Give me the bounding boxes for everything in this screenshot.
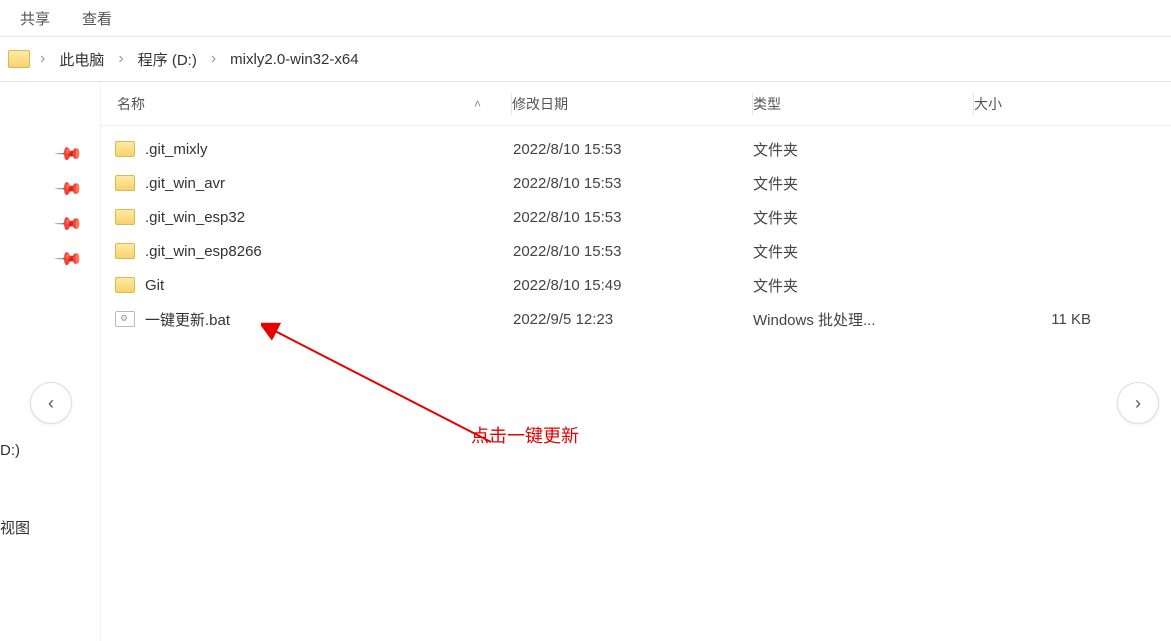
file-row[interactable]: .git_win_avr2022/8/10 15:53文件夹 xyxy=(101,166,1171,200)
file-type: 文件夹 xyxy=(753,241,973,262)
file-name: 一键更新.bat xyxy=(145,309,513,330)
folder-icon xyxy=(115,243,135,259)
column-headers: 名称 ˄ 修改日期 类型 大小 xyxy=(101,82,1171,126)
crumb-drive[interactable]: 程序 (D:) xyxy=(134,49,201,70)
file-type: 文件夹 xyxy=(753,275,973,296)
file-date: 2022/9/5 12:23 xyxy=(513,311,753,328)
folder-icon xyxy=(115,141,135,157)
file-date: 2022/8/10 15:53 xyxy=(513,141,753,158)
breadcrumb[interactable]: › 此电脑 › 程序 (D:) › mixly2.0-win32-x64 xyxy=(0,37,1171,81)
file-row[interactable]: .git_mixly2022/8/10 15:53文件夹 xyxy=(101,132,1171,166)
file-name: .git_mixly xyxy=(145,141,513,158)
header-name-label: 名称 xyxy=(117,94,145,114)
tab-share[interactable]: 共享 xyxy=(20,8,50,29)
sidebar-view-label[interactable]: 视图 xyxy=(0,517,30,538)
file-row[interactable]: 一键更新.bat2022/9/5 12:23Windows 批处理...11 K… xyxy=(101,302,1171,336)
crumb-folder[interactable]: mixly2.0-win32-x64 xyxy=(226,51,362,68)
crumb-this-pc[interactable]: 此电脑 xyxy=(55,49,108,70)
file-date: 2022/8/10 15:53 xyxy=(513,209,753,226)
ribbon-tabs: 共享 查看 xyxy=(0,0,1171,36)
file-name: .git_win_esp8266 xyxy=(145,243,513,260)
file-row[interactable]: .git_win_esp322022/8/10 15:53文件夹 xyxy=(101,200,1171,234)
file-list-panel: 名称 ˄ 修改日期 类型 大小 .git_mixly2022/8/10 15:5… xyxy=(100,82,1171,641)
file-date: 2022/8/10 15:49 xyxy=(513,277,753,294)
chevron-right-icon[interactable]: › xyxy=(38,50,47,68)
folder-icon xyxy=(115,277,135,293)
file-date: 2022/8/10 15:53 xyxy=(513,243,753,260)
file-name: Git xyxy=(145,277,513,294)
sidebar-drive-label[interactable]: D:) xyxy=(0,442,30,459)
pin-icon[interactable]: 📌 xyxy=(53,139,100,186)
file-date: 2022/8/10 15:53 xyxy=(513,175,753,192)
main-area: 📌 📌 📌 📌 ‹ D:) 视图 名称 ˄ 修改日期 类型 大小 .git_mi… xyxy=(0,81,1171,641)
pin-icon[interactable]: 📌 xyxy=(53,209,100,256)
file-rows: .git_mixly2022/8/10 15:53文件夹.git_win_avr… xyxy=(101,126,1171,336)
pin-icon[interactable]: 📌 xyxy=(53,174,100,221)
folder-icon xyxy=(8,50,30,68)
header-name[interactable]: 名称 ˄ xyxy=(101,94,511,114)
nav-back-button[interactable]: ‹ xyxy=(30,382,72,424)
nav-forward-button[interactable]: › xyxy=(1117,382,1159,424)
bat-file-icon xyxy=(115,311,135,327)
file-type: 文件夹 xyxy=(753,207,973,228)
file-row[interactable]: Git2022/8/10 15:49文件夹 xyxy=(101,268,1171,302)
sort-caret-icon: ˄ xyxy=(474,97,481,111)
annotation-text: 点击一键更新 xyxy=(471,422,579,448)
header-size[interactable]: 大小 xyxy=(974,94,1171,114)
file-size: 11 KB xyxy=(973,311,1171,328)
file-type: Windows 批处理... xyxy=(753,309,973,330)
chevron-right-icon[interactable]: › xyxy=(116,50,125,68)
file-name: .git_win_esp32 xyxy=(145,209,513,226)
pin-icon[interactable]: 📌 xyxy=(53,244,100,291)
header-type[interactable]: 类型 xyxy=(753,94,973,114)
folder-icon xyxy=(115,175,135,191)
file-type: 文件夹 xyxy=(753,139,973,160)
tab-view[interactable]: 查看 xyxy=(82,8,112,29)
file-name: .git_win_avr xyxy=(145,175,513,192)
file-row[interactable]: .git_win_esp82662022/8/10 15:53文件夹 xyxy=(101,234,1171,268)
folder-icon xyxy=(115,209,135,225)
chevron-right-icon[interactable]: › xyxy=(209,50,218,68)
file-type: 文件夹 xyxy=(753,173,973,194)
header-date[interactable]: 修改日期 xyxy=(512,94,752,114)
sidebar: 📌 📌 📌 📌 ‹ D:) 视图 xyxy=(0,82,100,641)
